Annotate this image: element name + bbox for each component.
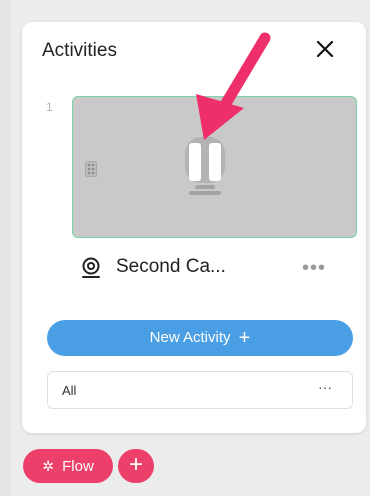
flow-button[interactable]: ✲ Flow [23, 449, 113, 483]
activity-name: Second Ca... [116, 256, 226, 277]
new-activity-button[interactable]: New Activity + [47, 320, 353, 356]
panel-title: Activities [42, 40, 117, 61]
close-icon[interactable] [314, 38, 336, 60]
activity-row[interactable]: Second Ca... ••• [80, 255, 360, 283]
filter-value: All [62, 383, 77, 398]
drag-handle-icon[interactable] [85, 161, 97, 177]
activity-preview-card[interactable] [72, 96, 357, 238]
left-edge-strip [0, 0, 10, 496]
more-options-button[interactable]: ••• [296, 255, 332, 281]
activities-panel: Activities 1 Second Ca... ••• New Activi… [22, 22, 366, 433]
camera-icon [80, 257, 102, 279]
sparkle-icon: ✲ [42, 458, 54, 474]
new-activity-label: New Activity [149, 329, 231, 346]
add-button[interactable]: + [118, 449, 154, 483]
flow-label: Flow [62, 458, 94, 475]
filter-more-button[interactable]: ··· [318, 379, 332, 395]
plus-icon: + [238, 327, 251, 349]
filter-select[interactable]: All ··· [47, 371, 353, 409]
pause-icon[interactable] [185, 139, 225, 185]
slot-index: 1 [46, 100, 53, 114]
